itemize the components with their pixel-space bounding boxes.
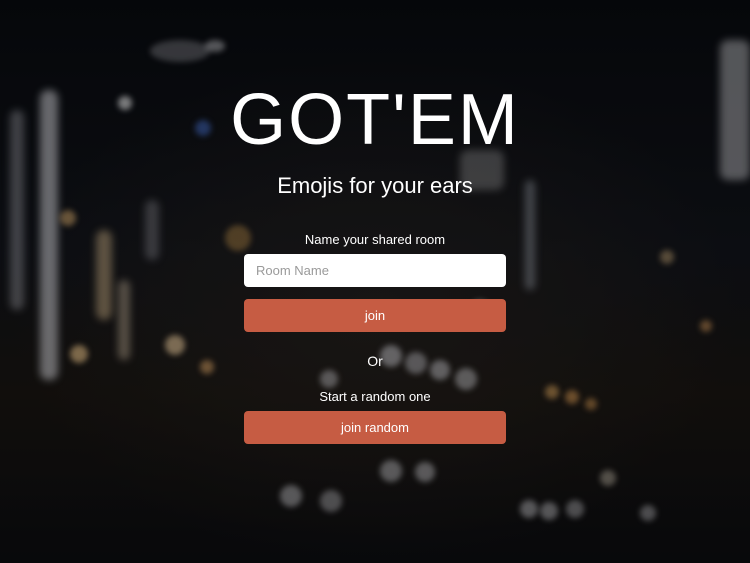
app-logo: GOT'EM bbox=[230, 80, 520, 160]
join-random-button[interactable]: join random bbox=[244, 411, 506, 444]
room-name-input[interactable] bbox=[244, 254, 506, 287]
join-button[interactable]: join bbox=[244, 299, 506, 332]
random-room-label: Start a random one bbox=[319, 389, 431, 404]
landing-panel: GOT'EM Emojis for your ears Name your sh… bbox=[0, 0, 750, 563]
tagline: Emojis for your ears bbox=[277, 173, 473, 198]
or-divider: Or bbox=[367, 353, 383, 369]
room-name-label: Name your shared room bbox=[304, 232, 446, 247]
